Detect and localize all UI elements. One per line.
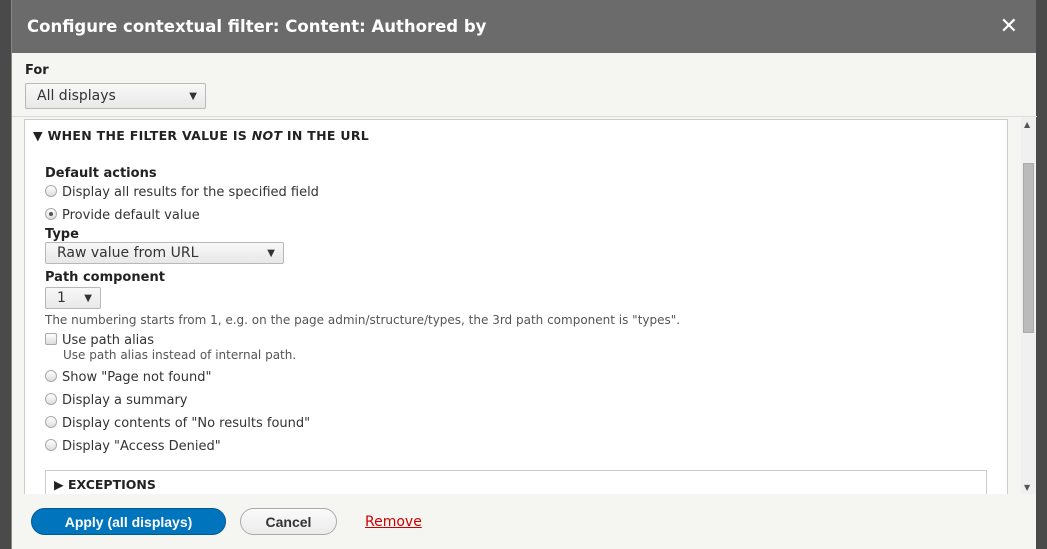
type-select[interactable]: Raw value from URL ▼ bbox=[45, 242, 284, 264]
path-select-value: 1 bbox=[57, 290, 66, 306]
fieldset-legend[interactable]: ▼ WHEN THE FILTER VALUE IS NOT IN THE UR… bbox=[33, 128, 369, 143]
radio-label: Display a summary bbox=[62, 393, 188, 408]
close-icon[interactable]: ✕ bbox=[1000, 14, 1018, 39]
path-alias-description: Use path alias instead of internal path. bbox=[63, 348, 297, 362]
apply-button[interactable]: Apply (all displays) bbox=[31, 508, 226, 535]
chevron-down-icon: ▼ bbox=[267, 247, 275, 259]
dialog-header: Configure contextual filter: Content: Au… bbox=[12, 0, 1036, 53]
for-label: For bbox=[25, 63, 49, 78]
path-component-label: Path component bbox=[45, 270, 165, 285]
remove-link[interactable]: Remove bbox=[365, 514, 422, 530]
radio-no-results[interactable]: Display contents of "No results found" bbox=[45, 412, 680, 435]
checkbox-label: Use path alias bbox=[62, 333, 155, 348]
expand-triangle-icon: ▶ bbox=[54, 477, 68, 492]
chevron-down-icon: ▼ bbox=[84, 292, 92, 304]
collapse-triangle-icon: ▼ bbox=[33, 128, 48, 143]
radio-label: Provide default value bbox=[62, 208, 200, 223]
for-select[interactable]: All displays ▼ bbox=[25, 83, 206, 109]
scroll-up-icon[interactable]: ▲ bbox=[1024, 120, 1030, 129]
configure-filter-dialog: Configure contextual filter: Content: Au… bbox=[11, 0, 1037, 549]
radio-access-denied[interactable]: Display "Access Denied" bbox=[45, 435, 680, 458]
not-in-url-fieldset: ▼ WHEN THE FILTER VALUE IS NOT IN THE UR… bbox=[24, 119, 1008, 494]
scroll-down-icon[interactable]: ▼ bbox=[1024, 483, 1030, 492]
type-label: Type bbox=[45, 227, 79, 242]
radio-provide-default[interactable]: Provide default value bbox=[45, 204, 680, 227]
radio-display-all[interactable]: Display all results for the specified fi… bbox=[45, 181, 680, 204]
exceptions-legend: EXCEPTIONS bbox=[67, 477, 156, 492]
path-component-description: The numbering starts from 1, e.g. on the… bbox=[45, 313, 681, 327]
for-select-value: All displays bbox=[37, 88, 116, 104]
cancel-button[interactable]: Cancel bbox=[240, 508, 337, 535]
exceptions-fieldset[interactable]: ▶ EXCEPTIONS bbox=[45, 470, 987, 494]
radio-page-not-found[interactable]: Show "Page not found" bbox=[45, 366, 680, 389]
chevron-down-icon: ▼ bbox=[189, 90, 197, 102]
radio-label: Display "Access Denied" bbox=[62, 439, 221, 454]
path-component-select[interactable]: 1 ▼ bbox=[45, 287, 101, 309]
dialog-scroll-area: ▼ WHEN THE FILTER VALUE IS NOT IN THE UR… bbox=[12, 116, 1037, 494]
legend-text-end: IN THE URL bbox=[282, 128, 370, 143]
legend-em: NOT bbox=[251, 128, 283, 143]
legend-text: WHEN THE FILTER VALUE IS bbox=[47, 128, 252, 143]
scrollbar[interactable]: ▲ ▼ bbox=[1021, 117, 1036, 494]
radio-label: Show "Page not found" bbox=[62, 370, 212, 385]
radio-label: Display all results for the specified fi… bbox=[62, 185, 319, 200]
dialog-footer: Apply (all displays) Cancel Remove bbox=[12, 494, 1037, 549]
dialog-title: Configure contextual filter: Content: Au… bbox=[27, 17, 487, 36]
radio-summary[interactable]: Display a summary bbox=[45, 389, 680, 412]
default-actions-label: Default actions bbox=[45, 166, 157, 181]
radio-label: Display contents of "No results found" bbox=[62, 416, 311, 431]
scrollbar-thumb[interactable] bbox=[1023, 163, 1034, 333]
type-select-value: Raw value from URL bbox=[57, 245, 199, 261]
